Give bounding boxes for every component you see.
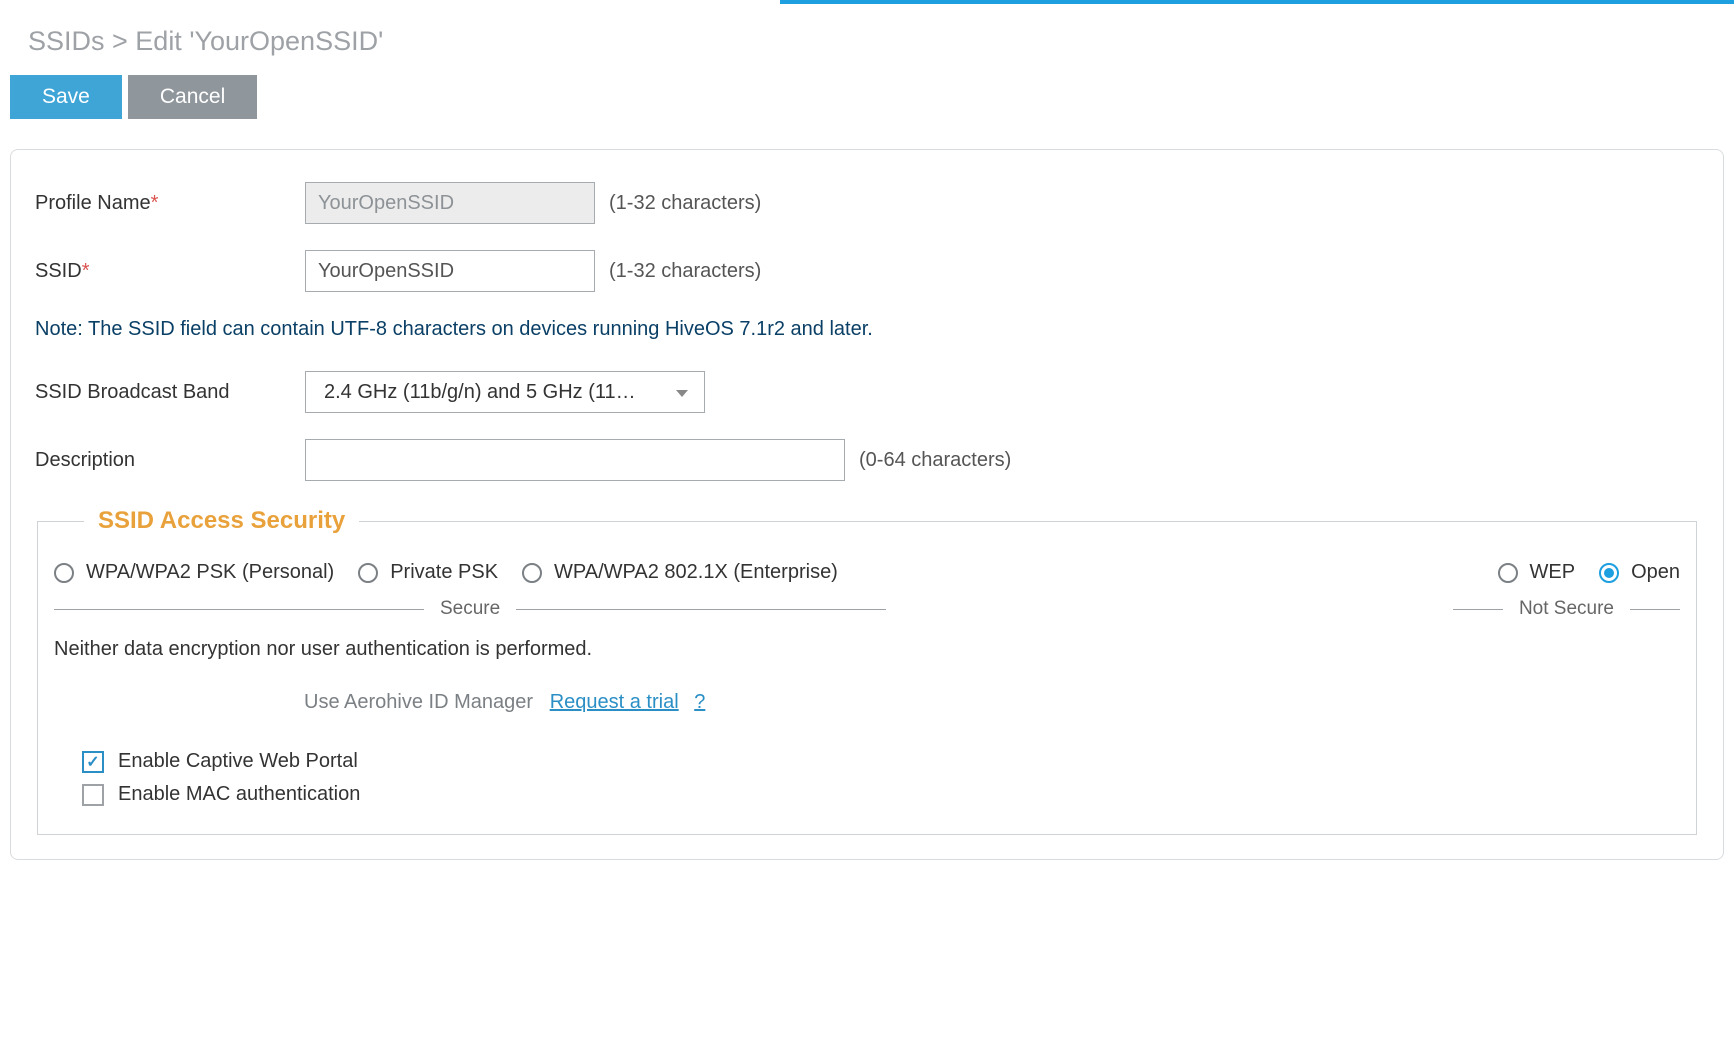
hint-ssid: (1-32 characters) <box>609 260 761 283</box>
radio-wpa-8021x[interactable]: WPA/WPA2 802.1X (Enterprise) <box>522 561 838 584</box>
row-broadcast-band: SSID Broadcast Band 2.4 GHz (11b/g/n) an… <box>35 371 1699 413</box>
checkbox-checked-icon: ✓ <box>82 751 104 773</box>
divider-line <box>54 609 424 610</box>
radio-wep[interactable]: WEP <box>1498 561 1576 584</box>
ssid-access-security-fieldset: SSID Access Security WPA/WPA2 PSK (Perso… <box>37 507 1697 835</box>
label-profile-name-text: Profile Name <box>35 192 151 214</box>
checkbox-unchecked-icon: ✓ <box>82 784 104 806</box>
security-description: Neither data encryption nor user authent… <box>54 638 1680 661</box>
label-profile-name: Profile Name* <box>35 192 305 215</box>
captive-portal-label: Enable Captive Web Portal <box>118 750 358 773</box>
radio-wpa-8021x-label: WPA/WPA2 802.1X (Enterprise) <box>554 561 838 584</box>
breadcrumb: SSIDs > Edit 'YourOpenSSID' <box>0 4 1734 75</box>
radio-open-label: Open <box>1631 561 1680 584</box>
radio-icon <box>358 563 378 583</box>
id-manager-row: Use Aerohive ID Manager Request a trial … <box>54 691 1680 714</box>
top-accent-bar <box>0 0 1734 4</box>
security-radio-row: WPA/WPA2 PSK (Personal) Private PSK WPA/… <box>54 561 1680 584</box>
action-button-row: Save Cancel <box>0 75 1734 129</box>
radio-icon <box>522 563 542 583</box>
label-ssid: SSID* <box>35 260 305 283</box>
idm-help-link[interactable]: ? <box>694 691 705 713</box>
profile-name-input <box>305 182 595 224</box>
security-legend: SSID Access Security <box>84 507 359 535</box>
idm-text: Use Aerohive ID Manager <box>304 691 533 713</box>
radio-wpa-psk-label: WPA/WPA2 PSK (Personal) <box>86 561 334 584</box>
broadcast-band-selected: 2.4 GHz (11b/g/n) and 5 GHz (11… <box>324 381 636 404</box>
enable-mac-auth-checkbox[interactable]: ✓ Enable MAC authentication <box>82 783 1680 806</box>
radio-private-psk-label: Private PSK <box>390 561 498 584</box>
label-ssid-text: SSID <box>35 260 82 282</box>
radio-icon <box>54 563 74 583</box>
required-marker: * <box>82 260 90 282</box>
enable-captive-portal-checkbox[interactable]: ✓ Enable Captive Web Portal <box>82 750 1680 773</box>
label-description: Description <box>35 449 305 472</box>
form-panel: Profile Name* (1-32 characters) SSID* (1… <box>10 149 1724 860</box>
hint-description: (0-64 characters) <box>859 449 1011 472</box>
radio-wep-label: WEP <box>1530 561 1576 584</box>
required-marker: * <box>151 192 159 214</box>
row-ssid: SSID* (1-32 characters) <box>35 250 1699 292</box>
row-description: Description (0-64 characters) <box>35 439 1699 481</box>
save-button[interactable]: Save <box>10 75 122 119</box>
request-trial-link[interactable]: Request a trial <box>550 691 679 713</box>
secure-label: Secure <box>440 598 500 620</box>
label-broadcast-band: SSID Broadcast Band <box>35 381 305 404</box>
ssid-utf8-note: Note: The SSID field can contain UTF-8 c… <box>35 318 1699 341</box>
hint-profile-name: (1-32 characters) <box>609 192 761 215</box>
divider-line <box>516 609 886 610</box>
divider-line <box>1630 609 1680 610</box>
ssid-input[interactable] <box>305 250 595 292</box>
not-secure-label: Not Secure <box>1519 598 1614 620</box>
divider-line <box>1453 609 1503 610</box>
radio-private-psk[interactable]: Private PSK <box>358 561 498 584</box>
security-divider-row: Secure Not Secure <box>54 598 1680 620</box>
row-profile-name: Profile Name* (1-32 characters) <box>35 182 1699 224</box>
radio-icon <box>1599 563 1619 583</box>
radio-icon <box>1498 563 1518 583</box>
cancel-button[interactable]: Cancel <box>128 75 257 119</box>
description-input[interactable] <box>305 439 845 481</box>
mac-auth-label: Enable MAC authentication <box>118 783 360 806</box>
broadcast-band-select[interactable]: 2.4 GHz (11b/g/n) and 5 GHz (11… <box>305 371 705 413</box>
radio-wpa-psk[interactable]: WPA/WPA2 PSK (Personal) <box>54 561 334 584</box>
radio-open[interactable]: Open <box>1599 561 1680 584</box>
